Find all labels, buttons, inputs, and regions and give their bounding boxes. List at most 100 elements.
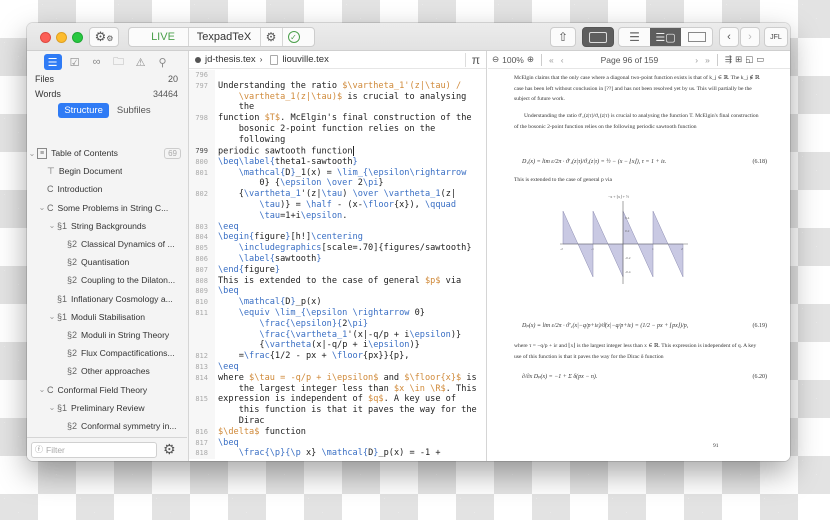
chevron-down-icon[interactable]: ⌄ — [37, 385, 47, 394]
code-line[interactable]: \frac{\epsilon}{2\pi} — [189, 318, 486, 330]
code-line[interactable]: the largest integer less than $x \in \R$… — [189, 383, 486, 395]
toc-item[interactable]: §2 Flux Compactifications... — [27, 344, 187, 362]
view-preview-only[interactable] — [681, 28, 712, 46]
engine-settings-button[interactable]: ⚙ — [261, 28, 283, 46]
view-split[interactable]: ☰▢ — [650, 28, 681, 46]
code-line[interactable]: bosonic 2-point function relies on the — [189, 123, 486, 135]
code-line[interactable]: 805 \includegraphics[scale=.70]{figures/… — [189, 243, 486, 255]
zoom-button[interactable] — [72, 32, 83, 43]
math-symbols-button[interactable]: π — [464, 52, 480, 67]
chevron-down-icon[interactable]: ⌄ — [47, 221, 57, 230]
code-area[interactable]: 796 797 Understanding the ratio $\vartheta… — [189, 69, 486, 460]
code-line[interactable]: 816 $\delta$ function — [189, 426, 486, 438]
close-button[interactable] — [40, 32, 51, 43]
labels-tab-button[interactable]: ∞ — [88, 54, 106, 70]
code-line[interactable]: 799 periodic sawtooth function — [189, 145, 486, 157]
chevron-down-icon[interactable]: ⌄ — [27, 149, 37, 158]
code-line[interactable]: \tau)} = \half - (x-\floor{x}), \qquad — [189, 200, 486, 211]
code-line[interactable]: 801 \mathcal{D}_1(x) = \lim_{\epsilon\ri… — [189, 167, 486, 179]
outline-tab-button[interactable]: ☰ — [43, 54, 62, 70]
toc-item[interactable]: §2 Classical Dynamics of ... — [27, 235, 187, 253]
code-line[interactable]: 812 =\frac{1/2 - px + \floor{px}}{p}, — [189, 351, 486, 363]
toc-item[interactable]: §2 Other approaches — [27, 362, 187, 380]
toc-item[interactable]: ⌄ C Some Problems in String C... — [27, 199, 187, 217]
minimize-button[interactable] — [56, 32, 67, 43]
code-line[interactable]: 810 \mathcal{D}_p(x) — [189, 297, 486, 309]
editor-pane[interactable]: jd-thesis.tex › liouville.tex π 796 797 Un… — [189, 51, 487, 461]
code-line[interactable]: 809 \beq — [189, 286, 486, 298]
pdf-page[interactable]: McElgin claims that the only case where … — [488, 69, 790, 461]
code-line[interactable]: 814 where $\tau = -q/p + i\epsilon$ and $… — [189, 372, 486, 384]
toc-header[interactable]: ⌄ ≡ Table of Contents 69 — [27, 144, 187, 162]
code-line[interactable]: \tau=1+i\epsilon. — [189, 210, 486, 222]
back-button[interactable]: ‹ — [719, 27, 739, 47]
code-line[interactable]: 803 \eeq — [189, 221, 486, 233]
code-line[interactable]: 797 Understanding the ratio $\vartheta_1'… — [189, 80, 486, 92]
toc-item[interactable]: ⌄ §1 Preliminary Review — [27, 399, 187, 417]
code-line[interactable]: {\vartheta(x|-q/p + i\epsilon)} — [189, 340, 486, 352]
engine-selector[interactable]: TexpadTeX — [189, 28, 261, 46]
toc-item[interactable]: ⌄ §1 String Backgrounds — [27, 217, 187, 235]
zoom-in-icon[interactable]: ⊕ — [527, 54, 534, 65]
toc-item[interactable]: ⊤ Begin Document — [27, 162, 187, 180]
toc-item[interactable]: §2 Conformal symmetry in... — [27, 417, 187, 435]
layout-editor-button[interactable] — [582, 27, 614, 47]
toc-item[interactable]: §1 Inflationary Cosmology a... — [27, 290, 187, 308]
code-line[interactable]: following — [189, 134, 486, 146]
view-editor-only[interactable]: ☰ — [619, 28, 650, 46]
code-line[interactable]: 800 \beq\label{theta1-sawtooth} — [189, 156, 486, 168]
code-line[interactable]: 807 \end{figure} — [189, 264, 486, 276]
issues-tab-button[interactable]: ⚠ — [132, 54, 150, 70]
files-tab-button[interactable]: 🗀 — [110, 54, 128, 70]
toc-item[interactable]: §2 Quantisation — [27, 253, 187, 271]
code-line[interactable]: 802 {\vartheta_1'(z|\tau) \over \varthet… — [189, 189, 486, 201]
settings-button[interactable]: ⚙⚙ — [89, 27, 119, 47]
code-line[interactable]: this function is that it paves the way f… — [189, 405, 486, 416]
code-line[interactable]: 804 \begin{figure}[h!]\centering — [189, 232, 486, 244]
gear-icon[interactable]: ⚙ — [163, 441, 176, 458]
chevron-down-icon[interactable]: ⌄ — [47, 403, 57, 412]
code-line[interactable]: 813 \eeq — [189, 362, 486, 373]
chevron-down-icon[interactable]: ⌄ — [37, 203, 47, 212]
code-line[interactable]: 0} {\epsilon \over 2\pi} — [189, 178, 486, 190]
toc-item[interactable]: C Introduction — [27, 180, 187, 198]
prev-page-icon[interactable]: ‹ — [561, 55, 564, 65]
code-line[interactable]: 811 \equiv \lim_{\epsilon \rightarrow 0} — [189, 308, 486, 319]
code-line[interactable]: Dirac — [189, 416, 486, 427]
toc-item[interactable]: §2 Coupling to the Dilaton... — [27, 271, 187, 289]
code-line[interactable]: \frac{\vartheta_1'(x|-q/p + i\epsilon)} — [189, 329, 486, 341]
forward-button[interactable]: › — [740, 27, 760, 47]
code-line[interactable]: 817 \beq — [189, 437, 486, 449]
breadcrumb-file[interactable]: liouville.tex — [282, 54, 328, 65]
annotate-icon[interactable]: ◱ — [745, 54, 753, 65]
code-line[interactable]: 818 \frac{\p}{\p x} \mathcal{D}_p(x) = -… — [189, 448, 486, 460]
user-button[interactable]: JFL — [764, 27, 788, 47]
breadcrumb-root[interactable]: jd-thesis.tex — [205, 54, 256, 65]
tab-subfiles[interactable]: Subfiles — [111, 103, 157, 118]
toc-item[interactable]: §2 Moduli in String Theory — [27, 326, 187, 344]
sync-icon[interactable]: ⇶ — [725, 54, 732, 65]
live-toggle[interactable]: LIVE — [139, 28, 189, 46]
chevron-down-icon[interactable]: ⌄ — [47, 312, 57, 321]
grid-icon[interactable]: ⊞ — [735, 54, 742, 65]
code-line[interactable]: 806 \label{sawtooth} — [189, 254, 486, 265]
filter-input[interactable]: ⓕ Filter — [31, 441, 157, 458]
zoom-out-icon[interactable]: ⊖ — [492, 54, 499, 65]
first-page-icon[interactable]: « — [549, 55, 554, 65]
code-line[interactable]: 808 This is extended to the case of gener… — [189, 275, 486, 287]
last-page-icon[interactable]: » — [705, 55, 710, 65]
todo-tab-button[interactable]: ☑ — [66, 54, 84, 70]
code-line[interactable]: \vartheta_1(z|\tau)$ is crucial to analy… — [189, 91, 486, 103]
code-line[interactable]: 815 expression is independent of $q$. A k… — [189, 394, 486, 406]
typeset-status-button[interactable]: ✓ — [283, 28, 305, 46]
code-line[interactable]: 798 function $T$. McElgin's final constru… — [189, 113, 486, 124]
search-tab-button[interactable]: ⚲ — [154, 54, 172, 70]
tab-structure[interactable]: Structure — [58, 103, 109, 118]
code-line[interactable]: 796 — [189, 70, 486, 81]
toc-item[interactable]: ⌄ C Conformal Field Theory — [27, 380, 187, 398]
code-line[interactable]: the — [189, 102, 486, 114]
toc-item[interactable]: ⌄ §1 Moduli Stabilisation — [27, 308, 187, 326]
present-icon[interactable]: ▭ — [756, 54, 764, 65]
next-page-icon[interactable]: › — [695, 55, 698, 65]
share-button[interactable]: ⇧ — [550, 27, 576, 47]
